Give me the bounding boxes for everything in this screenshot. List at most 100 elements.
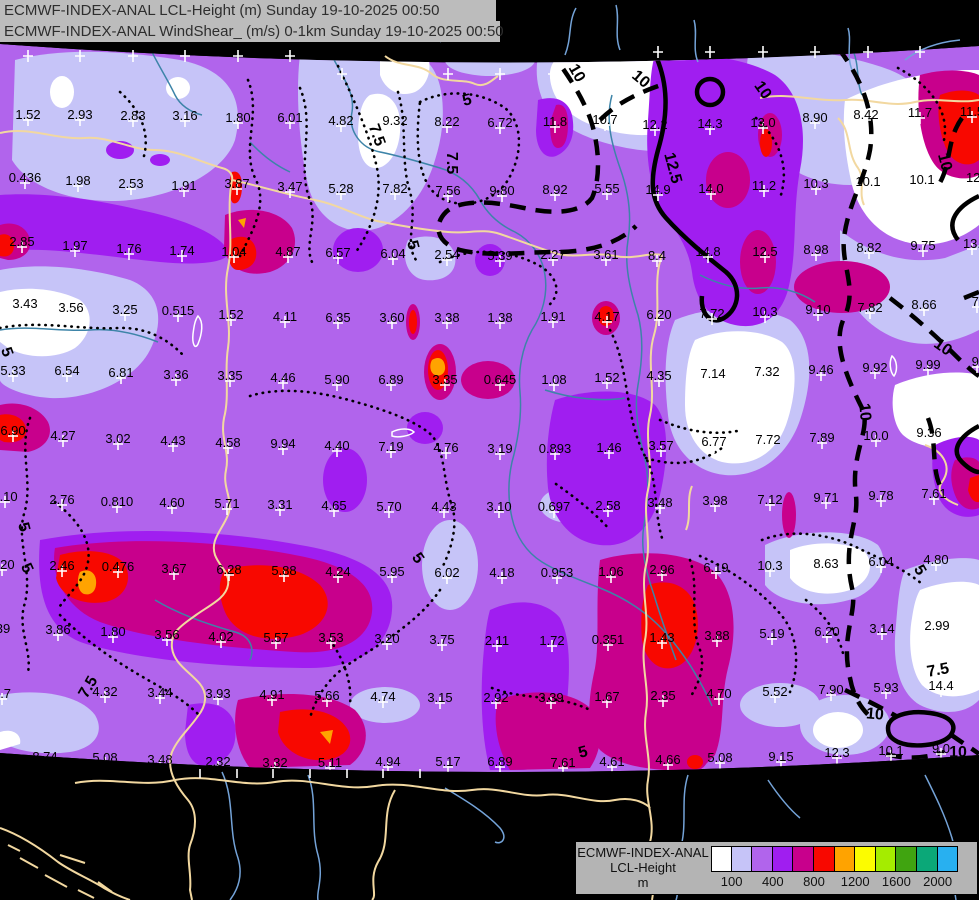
- grid-value-label: 10.7: [592, 112, 617, 127]
- grid-value-label: 4.87: [275, 244, 300, 259]
- grid-value-label: 1.74: [169, 243, 194, 258]
- grid-value-label: 3.86: [45, 622, 70, 637]
- grid-value-label: 7.82: [857, 300, 882, 315]
- legend-swatch: [773, 846, 794, 872]
- grid-value-label: 10.0: [863, 428, 888, 443]
- grid-value-label: 6.81: [108, 365, 133, 380]
- grid-value-label: 2.35: [650, 688, 675, 703]
- grid-value-label: 3.61: [593, 247, 618, 262]
- grid-value-label: 9.71: [813, 490, 838, 505]
- grid-value-label: 6.77: [701, 434, 726, 449]
- grid-value-label: 0.351: [592, 632, 625, 647]
- grid-value-label: 3.47: [277, 179, 302, 194]
- grid-value-label: 5.95: [379, 564, 404, 579]
- grid-value-label: 2.20: [0, 557, 15, 572]
- grid-value-label: 5.70: [376, 499, 401, 514]
- grid-value-label: 4.94: [375, 754, 400, 769]
- legend-swatch: [732, 846, 753, 872]
- grid-value-label: 3.14: [869, 621, 894, 636]
- grid-value-label: 8.82: [856, 240, 881, 255]
- grid-value-label: 14.0: [698, 181, 723, 196]
- grid-value-label: 4.60: [159, 495, 184, 510]
- grid-value-label: 1.72: [539, 633, 564, 648]
- grid-value-label: 3.88: [704, 628, 729, 643]
- grid-value-label: 14.3: [697, 116, 722, 131]
- grid-value-label: 0.953: [541, 565, 574, 580]
- grid-value-label: 6.04: [380, 246, 405, 261]
- legend-swatch: [752, 846, 773, 872]
- legend-swatch-strip: [711, 846, 958, 872]
- grid-value-label: 3.35: [217, 368, 242, 383]
- grid-value-label: 4.27: [50, 428, 75, 443]
- grid-value-label: 12.3: [824, 745, 849, 760]
- grid-value-label: 6.10: [0, 489, 18, 504]
- title-bar-windshear: ECMWF-INDEX-ANAL WindShear_ (m/s) 0-1km …: [0, 21, 500, 42]
- grid-value-label: 3.02: [105, 431, 130, 446]
- grid-value-label: 3.36: [163, 367, 188, 382]
- grid-value-label: 1.76: [116, 241, 141, 256]
- title-lcl-text: ECMWF-INDEX-ANAL LCL-Height (m) Sunday 1…: [4, 2, 439, 19]
- legend-swatch: [938, 846, 959, 872]
- grid-value-label: 8.90: [802, 110, 827, 125]
- grid-value-label: 6.04: [868, 554, 893, 569]
- grid-value-label: 1.91: [540, 309, 565, 324]
- grid-value-label: 1.67: [594, 689, 619, 704]
- grid-value-label: 10.3: [803, 176, 828, 191]
- grid-value-label: 3.38: [434, 310, 459, 325]
- grid-value-label: 1.43: [649, 630, 674, 645]
- grid-value-label: 1.91: [171, 178, 196, 193]
- grid-value-label: 6.35: [325, 310, 350, 325]
- grid-value-label: 7.56: [435, 183, 460, 198]
- grid-value-label: 0.436: [9, 170, 42, 185]
- grid-value-label: 8.4: [648, 248, 666, 263]
- legend-swatch: [711, 846, 732, 872]
- legend-tick-label: 800: [803, 874, 825, 889]
- legend-swatch: [896, 846, 917, 872]
- grid-value-label: 1.38: [487, 310, 512, 325]
- grid-value-label: 3.75: [429, 632, 454, 647]
- grid-value-label: 4.91: [259, 687, 284, 702]
- grid-value-label: 3.98: [702, 493, 727, 508]
- grid-value-label: 6.02: [434, 565, 459, 580]
- grid-value-label: 14.9: [645, 182, 670, 197]
- title-windshear-text: ECMWF-INDEX-ANAL WindShear_ (m/s) 0-1km …: [4, 23, 504, 40]
- grid-value-label: 0.515: [162, 303, 195, 318]
- weather-map-page: 1010101012.557.57.555557.5557.5510101010…: [0, 0, 979, 900]
- grid-value-label: 9.75: [910, 238, 935, 253]
- grid-value-label: 9.15: [768, 749, 793, 764]
- grid-value-label: 5.39: [487, 248, 512, 263]
- grid-value-label: 2.99: [924, 618, 949, 633]
- grid-value-label: 5.28: [328, 181, 353, 196]
- grid-value-label: 2.46: [49, 558, 74, 573]
- grid-value-label: 7.90: [818, 682, 843, 697]
- legend-tick-label: 1200: [841, 874, 870, 889]
- grid-value-label: 1.98: [65, 173, 90, 188]
- grid-value-label: 7.12: [757, 492, 782, 507]
- grid-value-label: 2.76: [49, 492, 74, 507]
- legend-swatch: [855, 846, 876, 872]
- grid-value-label: 3.56: [154, 627, 179, 642]
- grid-value-label: 7.19: [378, 439, 403, 454]
- grid-value-label: 5.52: [762, 684, 787, 699]
- contour-value-label: 10: [865, 705, 884, 723]
- grid-value-label: 0.839: [0, 621, 10, 636]
- grid-value-label: 4.18: [489, 565, 514, 580]
- grid-value-label: 2.92: [483, 690, 508, 705]
- grid-value-label: 3.35: [432, 372, 457, 387]
- grid-value-label: 4.40: [324, 438, 349, 453]
- grid-value-label: 4.46: [270, 370, 295, 385]
- contour-value-label: 10: [855, 402, 873, 421]
- grid-value-label: 10.3: [757, 558, 782, 573]
- grid-value-label: 6.01: [277, 110, 302, 125]
- grid-value-label: 5.71: [214, 496, 239, 511]
- grid-value-label: 0.476: [102, 559, 135, 574]
- grid-value-label: 6.54: [54, 363, 79, 378]
- grid-value-label: 7.72: [699, 306, 724, 321]
- grid-value-label: 7.: [972, 294, 979, 309]
- grid-value-label: 3.60: [379, 310, 404, 325]
- grid-value-label: 12.2: [642, 117, 667, 132]
- color-legend: ECMWF-INDEX-ANAL LCL-Height m 1004008001…: [575, 841, 978, 895]
- grid-value-label: 3.19: [487, 441, 512, 456]
- grid-value-label: 6.57: [325, 245, 350, 260]
- grid-value-label: 4.43: [431, 499, 456, 514]
